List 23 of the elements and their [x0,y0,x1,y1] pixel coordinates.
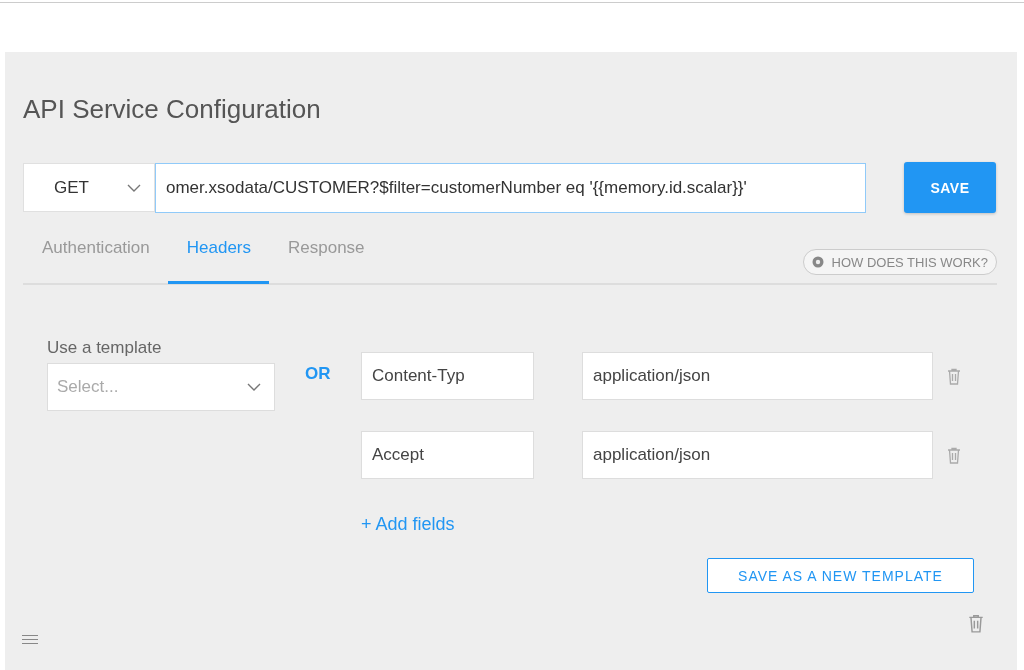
save-template-button[interactable]: SAVE AS A NEW TEMPLATE [707,558,974,593]
header-key-field[interactable]: Accept [361,431,534,479]
delete-icon[interactable] [968,614,984,633]
save-button[interactable]: SAVE [904,162,996,213]
header-key-field[interactable]: Content-Typ [361,352,534,400]
method-select[interactable]: GET [23,163,155,212]
template-select[interactable]: Select... [47,363,275,411]
delete-icon[interactable] [947,446,961,464]
menu-icon[interactable] [22,635,38,644]
or-label: OR [305,364,332,385]
help-button[interactable]: HOW DOES THIS WORK? [802,249,997,275]
chevron-down-icon [247,383,261,391]
url-field[interactable]: omer.xsodata/CUSTOMER?$filter=customerNumber eq '{{memory.id.scalar}}' [155,162,866,213]
header-value-field[interactable]: application/json [582,352,933,400]
tab[interactable]: Authentication [23,214,168,284]
tab[interactable]: Headers [167,214,269,284]
panel-title: API Service Configuration [23,94,322,125]
template-label: Use a template [47,338,163,358]
delete-icon[interactable] [947,367,961,385]
header-value-field[interactable]: application/json [582,431,933,479]
tab[interactable]: Response [269,214,383,284]
add-fields-link[interactable]: + Add fields [361,514,455,535]
chevron-down-icon [127,183,141,192]
